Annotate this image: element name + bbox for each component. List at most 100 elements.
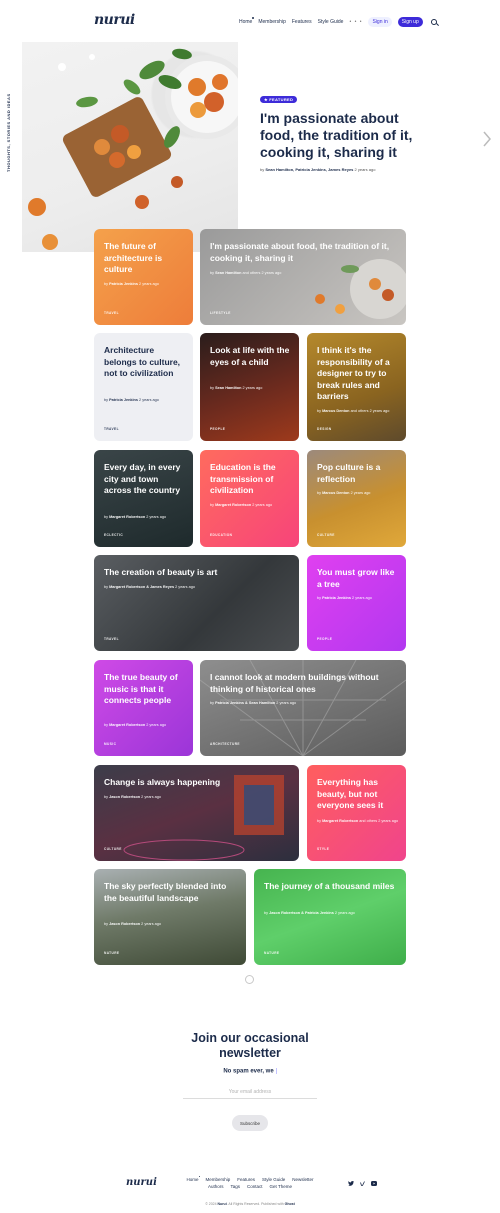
nav-item-home[interactable]: Home — [239, 17, 255, 25]
card-tag[interactable]: STYLE — [317, 847, 329, 851]
post-card[interactable]: Pop culture is a reflection by Marcus De… — [307, 450, 406, 547]
hero-title[interactable]: I'm passionate about food, the tradition… — [260, 110, 435, 161]
post-card[interactable]: The creation of beauty is art by Margare… — [94, 555, 299, 651]
subscribe-button[interactable]: Subscribe — [232, 1115, 268, 1131]
nav-item-features[interactable]: Features — [292, 19, 312, 25]
footer-link-features[interactable]: Features — [237, 1177, 255, 1182]
post-card[interactable]: Every day, in every city and town across… — [94, 450, 193, 547]
post-card[interactable]: The future of architecture is culture by… — [94, 229, 193, 325]
card-tag[interactable]: ECLECTIC — [104, 533, 123, 537]
card-author[interactable]: Margaret Robertson — [109, 723, 145, 727]
card-author[interactable]: Margaret Robertson — [215, 503, 251, 507]
search-icon[interactable] — [430, 19, 437, 25]
nav-item-membership[interactable]: Membership — [258, 19, 286, 25]
youtube-icon[interactable] — [371, 1181, 377, 1186]
card-title: Architecture belongs to culture, not to … — [104, 345, 181, 378]
footer-link-tags[interactable]: Tags — [231, 1184, 241, 1189]
card-author[interactable]: Jason Robertson — [109, 922, 140, 926]
card-author[interactable]: Margaret Robertson — [322, 819, 358, 823]
card-author[interactable]: Sean Hamilton — [215, 386, 241, 390]
footer-link-home[interactable]: Home — [186, 1175, 201, 1182]
nav-item-style-guide[interactable]: Style Guide — [318, 19, 344, 25]
copyright-prefix: © 2024 — [205, 1202, 218, 1206]
post-card[interactable]: Education is the transmission of civiliz… — [200, 450, 299, 547]
post-card[interactable]: The true beauty of music is that it conn… — [94, 660, 193, 756]
card-author[interactable]: Margaret Robertson — [109, 515, 145, 519]
card-author[interactable]: Jason Robertson & Patricia Jenkins — [269, 911, 334, 915]
signup-button[interactable]: Sign up — [397, 17, 423, 27]
card-tag[interactable]: ARCHITECTURE — [210, 742, 240, 746]
byline-prefix: by — [264, 911, 269, 915]
post-card[interactable]: Everything has beauty, but not everyone … — [307, 765, 406, 861]
card-time: and others 2 years ago — [349, 409, 390, 413]
card-meta: by Sean Hamilton 2 years ago — [210, 386, 262, 390]
post-card[interactable]: The journey of a thousand miles by Jason… — [254, 869, 406, 965]
post-card[interactable]: I'm passionate about food, the tradition… — [200, 229, 406, 325]
vimeo-icon[interactable] — [360, 1181, 365, 1186]
card-tag[interactable]: NATURE — [264, 951, 279, 955]
card-title: Look at life with the eyes of a child — [210, 345, 290, 367]
card-meta: by Patricia Jenkins 2 years ago — [104, 398, 159, 402]
signin-button[interactable]: Sign in — [368, 17, 392, 27]
card-meta: by Jason Robertson 2 years ago — [104, 795, 161, 799]
card-time: 2 years ago — [275, 701, 297, 705]
card-author[interactable]: Marcus Denton — [322, 491, 349, 495]
card-title: The sky perfectly blended into the beaut… — [104, 881, 227, 903]
footer-logo[interactable]: nurui — [126, 1177, 157, 1188]
byline-prefix: by — [104, 515, 109, 519]
byline-prefix: by — [104, 282, 109, 286]
footer-link-membership[interactable]: Membership — [205, 1177, 230, 1182]
byline-prefix: by — [260, 167, 265, 172]
card-tag[interactable]: NATURE — [104, 951, 119, 955]
card-author[interactable]: Marcus Denton — [322, 409, 349, 413]
card-author[interactable]: Margaret Robertson & James Reyes — [109, 585, 174, 589]
footer-link-get-theme[interactable]: Get Theme — [270, 1184, 292, 1189]
card-tag[interactable]: DESIGN — [317, 427, 332, 431]
card-title: Education is the transmission of civiliz… — [210, 462, 276, 495]
card-author[interactable]: Sean Hamilton — [215, 271, 241, 275]
hero-time: 2 years ago — [353, 167, 376, 172]
card-author[interactable]: Patricia Jenkins — [109, 398, 138, 402]
post-card[interactable]: You must grow like a tree by Patricia Je… — [307, 555, 406, 651]
newsletter-email-input[interactable] — [183, 1085, 317, 1099]
copyright-brand[interactable]: Nurui — [218, 1202, 227, 1206]
card-tag[interactable]: PEOPLE — [210, 427, 225, 431]
byline-prefix: by — [104, 922, 109, 926]
footer-link-style-guide[interactable]: Style Guide — [262, 1177, 285, 1182]
card-tag[interactable]: TRAVEL — [104, 637, 119, 641]
card-tag[interactable]: CULTURE — [317, 533, 335, 537]
hero-image[interactable] — [22, 42, 238, 252]
card-tag[interactable]: EDUCATION — [210, 533, 232, 537]
copyright-suffix: . All Rights Reserved. Published with — [226, 1202, 285, 1206]
card-author[interactable]: Patricia Jenkins — [322, 596, 351, 600]
card-tag[interactable]: CULTURE — [104, 847, 122, 851]
card-time: 2 years ago — [241, 386, 263, 390]
footer-link-newsletter[interactable]: Newsletter — [292, 1177, 313, 1182]
post-card[interactable]: Change is always happening by Jason Robe… — [94, 765, 299, 861]
card-author[interactable]: Patricia Jenkins — [109, 282, 138, 286]
card-tag[interactable]: MUSIC — [104, 742, 116, 746]
newsletter-title: Join our occasional newsletter — [191, 1031, 309, 1060]
card-tag[interactable]: LIFESTYLE — [210, 311, 231, 315]
post-card[interactable]: The sky perfectly blended into the beaut… — [94, 869, 246, 965]
post-card[interactable]: Look at life with the eyes of a child by… — [200, 333, 299, 441]
more-menu-icon[interactable]: • • • — [349, 19, 362, 25]
post-card[interactable]: I think it's the responsibility of a des… — [307, 333, 406, 441]
card-tag[interactable]: PEOPLE — [317, 637, 332, 641]
text-cursor — [275, 1068, 277, 1074]
ghost-link[interactable]: Ghost — [285, 1202, 295, 1206]
active-dot — [252, 17, 255, 19]
card-tag[interactable]: TRAVEL — [104, 427, 119, 431]
post-card[interactable]: Architecture belongs to culture, not to … — [94, 333, 193, 441]
card-author[interactable]: Patricia Jenkins & Sean Hamilton — [215, 701, 275, 705]
hero-authors[interactable]: Sean Hamilton, Patricia Jenkins, James R… — [265, 167, 353, 172]
post-card[interactable]: I cannot look at modern buildings withou… — [200, 660, 406, 756]
footer-link-authors[interactable]: Authors — [208, 1184, 224, 1189]
card-author[interactable]: Jason Robertson — [109, 795, 140, 799]
site-logo[interactable]: nurui — [94, 12, 135, 28]
chevron-right-icon[interactable] — [482, 130, 492, 148]
footer-link-contact[interactable]: Contact — [247, 1184, 263, 1189]
card-meta: by Patricia Jenkins & Sean Hamilton 2 ye… — [210, 701, 296, 705]
twitter-icon[interactable] — [348, 1181, 354, 1186]
card-tag[interactable]: TRAVEL — [104, 311, 119, 315]
